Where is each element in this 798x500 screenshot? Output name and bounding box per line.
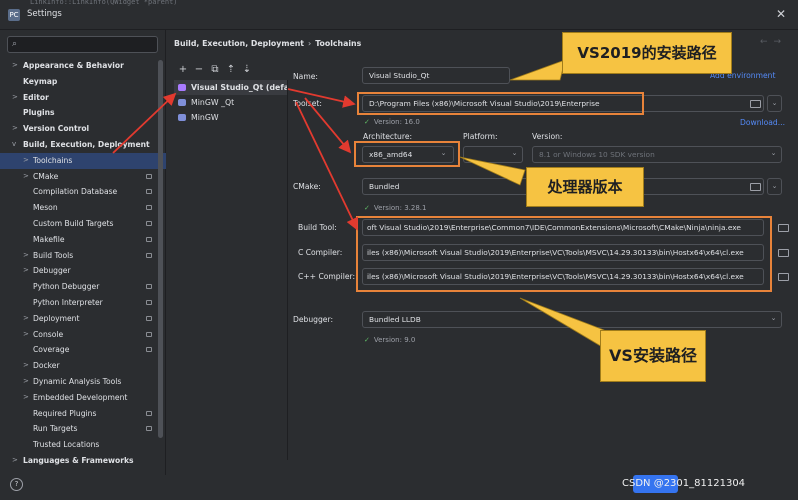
annotation-arrows (112, 59, 605, 349)
callout3-pointer (519, 297, 605, 349)
arrow-to-toolchain (112, 92, 177, 154)
callout-vs2019-install-path: VS2019的安装路径 (562, 32, 732, 74)
callout1-pointer (509, 59, 566, 81)
callout2-pointer (459, 156, 526, 186)
callout-vs-install-path: VS安装路径 (600, 330, 706, 382)
arrow-to-architecture (304, 97, 352, 154)
arrow-to-toolset (287, 88, 356, 108)
arrow-to-build-tool (295, 101, 359, 231)
callout-processor-version: 处理器版本 (526, 167, 644, 207)
csdn-watermark: CSDN @2301_81121304 (622, 478, 746, 489)
